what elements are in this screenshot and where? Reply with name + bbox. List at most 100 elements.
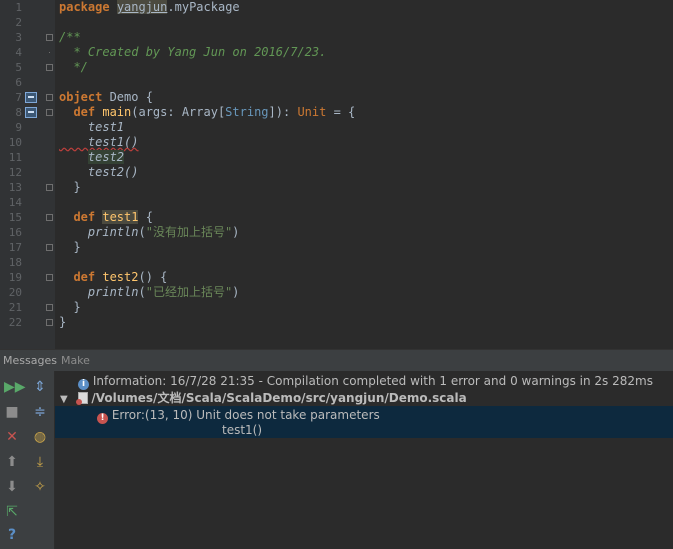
fold-toggle-icon[interactable] [46, 184, 53, 191]
function-name: main [95, 105, 132, 119]
string-literal: "没有加上括号" [145, 225, 233, 239]
keyword: package [59, 0, 110, 14]
call-name: println [59, 285, 139, 299]
line-number: 4 [15, 46, 22, 59]
code-text: ) [232, 225, 240, 239]
code-line: } [59, 315, 67, 329]
package-suffix: .myPackage [167, 0, 240, 14]
expand-arrow-icon[interactable]: ▼ [60, 394, 68, 405]
fold-toggle-icon[interactable] [46, 319, 53, 326]
rerun-icon[interactable]: ▶▶ [4, 379, 26, 395]
code-text: ( [138, 285, 146, 299]
type-name: String [225, 105, 269, 119]
line-number: 21 [8, 301, 22, 314]
messages-tree[interactable]: i Information: 16/7/28 21:35 - Compilati… [55, 371, 673, 549]
line-number: 20 [8, 286, 22, 299]
code-text: ]): [268, 105, 298, 119]
settings-icon[interactable]: ✧ [32, 479, 48, 495]
code-line: } [59, 240, 81, 254]
code-line: println("没有加上括号") [59, 225, 673, 240]
function-name: test2 [95, 270, 139, 284]
up-arrow-icon[interactable]: ⬆ [4, 454, 20, 470]
export-icon[interactable]: ⇱ [4, 504, 20, 520]
fold-toggle-icon[interactable] [46, 34, 53, 41]
code-line: } [59, 300, 81, 314]
object-decl: Demo { [102, 90, 153, 104]
expand-all-icon[interactable]: ⇕ [32, 379, 48, 395]
hide-warnings-icon[interactable]: ◍ [32, 429, 48, 445]
code-text: ) [232, 285, 240, 299]
fold-guide-icon [49, 52, 50, 53]
code-text: () { [138, 270, 168, 284]
keyword: def [59, 105, 96, 119]
code-area[interactable]: package yangjun.myPackage /** * Created … [59, 0, 673, 330]
line-number: 19 [8, 271, 22, 284]
fold-toggle-icon[interactable] [46, 244, 53, 251]
code-line: /** [59, 30, 81, 44]
line-number: 15 [8, 211, 22, 224]
error-message[interactable]: ! Error:(13, 10) Unit does not take para… [55, 406, 673, 438]
code-line: println("已经加上括号") [59, 285, 673, 300]
info-icon: i [78, 379, 89, 390]
line-number: 6 [15, 76, 22, 89]
info-message[interactable]: i Information: 16/7/28 21:35 - Compilati… [55, 373, 673, 390]
line-number: 2 [15, 16, 22, 29]
code-line: } [59, 180, 81, 194]
scala-file-error-icon [75, 392, 88, 405]
file-path: /Volumes/文档/Scala/ScalaDemo/src/yangjun/… [91, 391, 467, 405]
line-number: 9 [15, 121, 22, 134]
fold-toggle-icon[interactable] [46, 94, 53, 101]
highlighted-call: test2 [87, 150, 125, 164]
code-line: */ [59, 60, 88, 74]
error-text: Error:(13, 10) Unit does not take parame… [111, 408, 380, 422]
code-text: ( [138, 225, 146, 239]
code-line: test2() [59, 165, 139, 179]
run-main-icon[interactable] [25, 107, 37, 118]
fold-toggle-icon[interactable] [46, 274, 53, 281]
messages-toolbar: ▶▶ ■ ✕ ⬆ ⬇ ⇱ ? ⇕ ≑ ◍ ⤓ ✧ [0, 371, 55, 549]
code-editor[interactable]: 1 2 3 4 5 6 7 8 9 10 11 12 13 14 15 16 1… [0, 0, 673, 349]
run-object-icon[interactable] [25, 92, 37, 103]
string-literal: "已经加上括号" [145, 285, 233, 299]
line-number: 7 [15, 91, 22, 104]
line-number: 13 [8, 181, 22, 194]
line-number: 17 [8, 241, 22, 254]
code-line: def main(args: Array[String]): Unit = { [59, 105, 673, 120]
close-icon[interactable]: ✕ [4, 429, 20, 445]
panel-tab-make[interactable]: Make [61, 354, 90, 367]
code-text: (args: Array[ [131, 105, 226, 119]
fold-toggle-icon[interactable] [46, 214, 53, 221]
code-text: = { [326, 105, 356, 119]
code-text: { [138, 210, 153, 224]
code-line: test1 [59, 120, 125, 134]
collapse-all-icon[interactable]: ≑ [32, 404, 48, 420]
error-code: test1() [222, 423, 263, 437]
help-icon[interactable]: ? [4, 527, 20, 543]
package-name: yangjun [116, 0, 168, 14]
fold-toggle-icon[interactable] [46, 304, 53, 311]
file-node[interactable]: ▼ /Volumes/文档/Scala/ScalaDemo/src/yangju… [55, 390, 673, 407]
line-number: 16 [8, 226, 22, 239]
keyword: def [59, 210, 96, 224]
code-line: * Created by Yang Jun on 2016/7/23. [59, 45, 327, 59]
line-number: 3 [15, 31, 22, 44]
line-number: 8 [15, 106, 22, 119]
fold-toggle-icon[interactable] [46, 109, 53, 116]
line-number: 5 [15, 61, 22, 74]
line-number: 12 [8, 166, 22, 179]
line-number: 14 [8, 196, 22, 209]
line-number: 1 [15, 1, 22, 14]
line-number: 18 [8, 256, 22, 269]
fold-toggle-icon[interactable] [46, 64, 53, 71]
autoscroll-icon[interactable]: ⤓ [32, 454, 48, 470]
code-line: def test2() { [59, 270, 673, 285]
call-name: println [59, 225, 139, 239]
keyword: object [59, 90, 103, 104]
stop-icon[interactable]: ■ [4, 404, 20, 420]
editor-gutter: 1 2 3 4 5 6 7 8 9 10 11 12 13 14 15 16 1… [0, 0, 55, 349]
code-line: test2 [59, 150, 673, 165]
down-arrow-icon[interactable]: ⬇ [4, 479, 20, 495]
